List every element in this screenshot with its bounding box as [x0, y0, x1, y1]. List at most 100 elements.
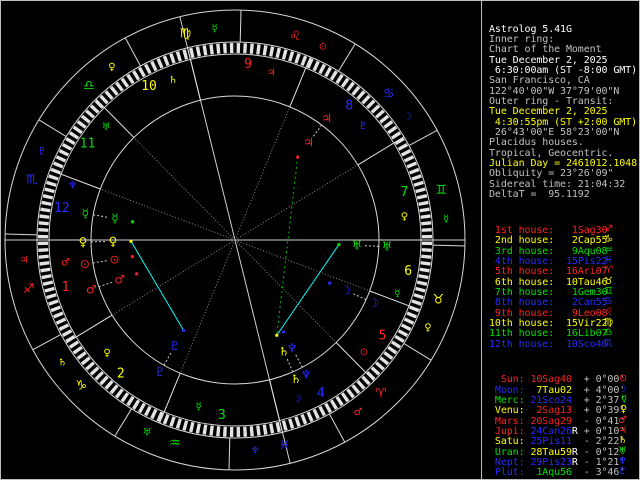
venus-icon: ♀ [103, 348, 110, 359]
pluto-icon: ♇ [38, 147, 47, 158]
degree-tick [397, 329, 409, 338]
moon-icon: ☽ [292, 394, 301, 405]
mercury-icon: ☿ [443, 214, 449, 225]
mars-icon: ♂ [86, 282, 97, 296]
planet-row: Plut: 1Aqu56 - 3°46' ♇ [489, 466, 639, 478]
degree-tick [44, 187, 55, 194]
degree-tick [421, 221, 432, 226]
venus-icon: ♀ [108, 62, 115, 73]
degree-tick [61, 142, 73, 151]
can-sign-icon: ♋ [383, 87, 395, 102]
degree-tick [39, 261, 50, 266]
degree-tick [421, 248, 432, 253]
pluto-position-dot [182, 328, 186, 333]
degree-tick [394, 137, 405, 146]
degree-tick [294, 416, 301, 427]
degree-tick [52, 161, 64, 169]
degree-tick [411, 174, 422, 181]
pluto-icon: ♇ [155, 365, 166, 379]
degree-tick [370, 104, 381, 114]
degree-tick [419, 267, 430, 273]
sun-icon: ⊙ [110, 252, 120, 266]
degree-tick [361, 94, 371, 105]
degree-tick [229, 43, 234, 54]
degree-tick [150, 60, 158, 72]
mars-icon: ♂ [354, 407, 363, 418]
degree-tick [65, 334, 76, 343]
degree-tick [68, 131, 80, 140]
house-number-4: 4 [317, 386, 325, 401]
degree-tick [109, 85, 119, 96]
degree-tick [38, 227, 49, 232]
degree-tick [52, 311, 64, 319]
degree-tick [403, 155, 415, 163]
degree-tick [89, 366, 100, 376]
degree-tick [72, 125, 83, 135]
degree-tick [120, 392, 130, 403]
degree-tick [375, 109, 385, 119]
degree-tick [72, 345, 83, 355]
degree-tick [169, 53, 176, 64]
degree-tick [329, 70, 338, 81]
degree-tick [416, 194, 428, 200]
degree-tick [383, 120, 394, 129]
degree-tick [38, 248, 49, 253]
degree-tick [269, 46, 275, 57]
degree-tick [40, 207, 51, 213]
pluto-icon: ♇ [618, 466, 627, 478]
degree-tick [418, 274, 429, 280]
neptune-icon: ♆ [251, 446, 260, 457]
degree-tick [132, 399, 141, 410]
mercury-icon: ☿ [111, 212, 118, 226]
degree-tick [38, 241, 49, 246]
degree-tick [351, 85, 361, 96]
degree-tick [406, 161, 418, 169]
degree-tick [288, 51, 295, 62]
neptune-position-dot [282, 330, 286, 334]
degree-tick [335, 73, 344, 85]
cap-sign-icon: ♑ [75, 378, 87, 393]
house-position: 10Sco46 [565, 338, 608, 350]
jupiter-icon: ♃ [303, 136, 314, 150]
degree-tick [109, 384, 119, 395]
can-sign-icon: ♋ [604, 296, 613, 308]
degree-tick [361, 375, 371, 386]
vir-sign-icon: ♍ [180, 26, 192, 41]
ring-connector [286, 358, 294, 373]
sco-sign-icon: ♏ [604, 337, 613, 349]
degree-tick [356, 90, 366, 100]
lib-sign-icon: ♎ [604, 327, 613, 339]
sign-boundary [38, 119, 67, 137]
degree-tick [209, 44, 214, 55]
house-cusp-segment [289, 56, 311, 108]
ring-connector [93, 214, 108, 218]
degree-tick [132, 70, 141, 81]
moon-icon: ☽ [403, 111, 412, 122]
venus-icon: ♀ [401, 212, 408, 223]
degree-tick [175, 418, 182, 429]
degree-tick [189, 421, 195, 433]
degree-tick [38, 221, 49, 226]
neptune-icon: ♆ [68, 181, 77, 192]
house-number-7: 7 [401, 185, 409, 200]
degree-tick [403, 317, 415, 325]
degree-tick [408, 305, 420, 313]
degree-tick [420, 261, 431, 266]
degree-tick [256, 425, 261, 436]
degree-tick [126, 73, 135, 85]
degree-tick [156, 57, 164, 69]
ari-sign-icon: ♈ [604, 265, 613, 277]
degree-tick [400, 323, 412, 331]
sag-sign-icon: ♐ [23, 282, 35, 297]
degree-tick [421, 254, 432, 259]
degree-tick [137, 402, 146, 414]
degree-tick [366, 371, 376, 381]
degree-tick [195, 46, 201, 57]
degree-tick [300, 413, 308, 425]
degree-tick [137, 66, 146, 78]
mercury-icon: ☿ [394, 288, 400, 299]
degree-tick [175, 51, 182, 62]
house-number-8: 8 [345, 99, 353, 114]
degree-tick [144, 63, 152, 75]
degree-tick [400, 149, 412, 157]
